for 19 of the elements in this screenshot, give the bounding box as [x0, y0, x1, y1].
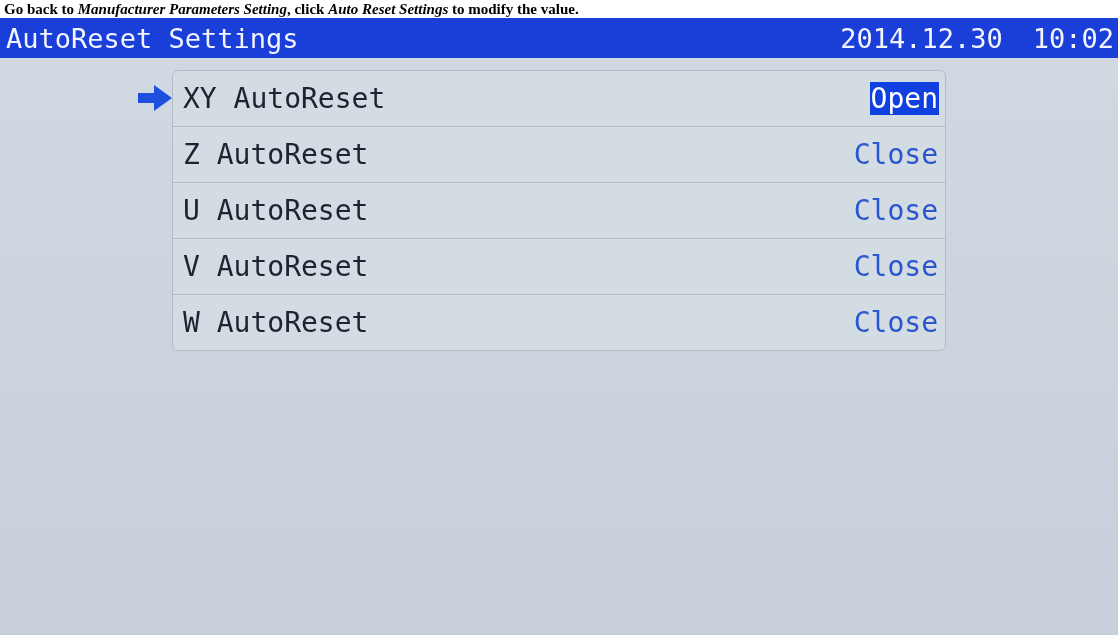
setting-row[interactable]: Z AutoReset Close: [173, 127, 945, 183]
setting-value: Close: [852, 194, 939, 227]
setting-row[interactable]: XY AutoReset Open: [173, 71, 945, 127]
setting-label: W AutoReset: [183, 306, 369, 339]
setting-value: Close: [852, 138, 939, 171]
setting-row[interactable]: V AutoReset Close: [173, 239, 945, 295]
caption-text: Go back to Manufacturer Parameters Setting, click Auto Reset Settings to modify the value.: [0, 0, 1118, 18]
screen-title: AutoReset Settings: [6, 22, 299, 54]
setting-label: V AutoReset: [183, 250, 369, 283]
setting-label: XY AutoReset: [183, 82, 386, 115]
setting-value: Close: [852, 306, 939, 339]
setting-value: Close: [852, 250, 939, 283]
setting-label: U AutoReset: [183, 194, 369, 227]
time-text: 10:02: [1032, 22, 1114, 54]
date-text: 2014.12.30: [840, 22, 1003, 54]
setting-value: Open: [869, 82, 939, 115]
setting-row[interactable]: U AutoReset Close: [173, 183, 945, 239]
setting-label: Z AutoReset: [183, 138, 369, 171]
setting-row[interactable]: W AutoReset Close: [173, 295, 945, 350]
